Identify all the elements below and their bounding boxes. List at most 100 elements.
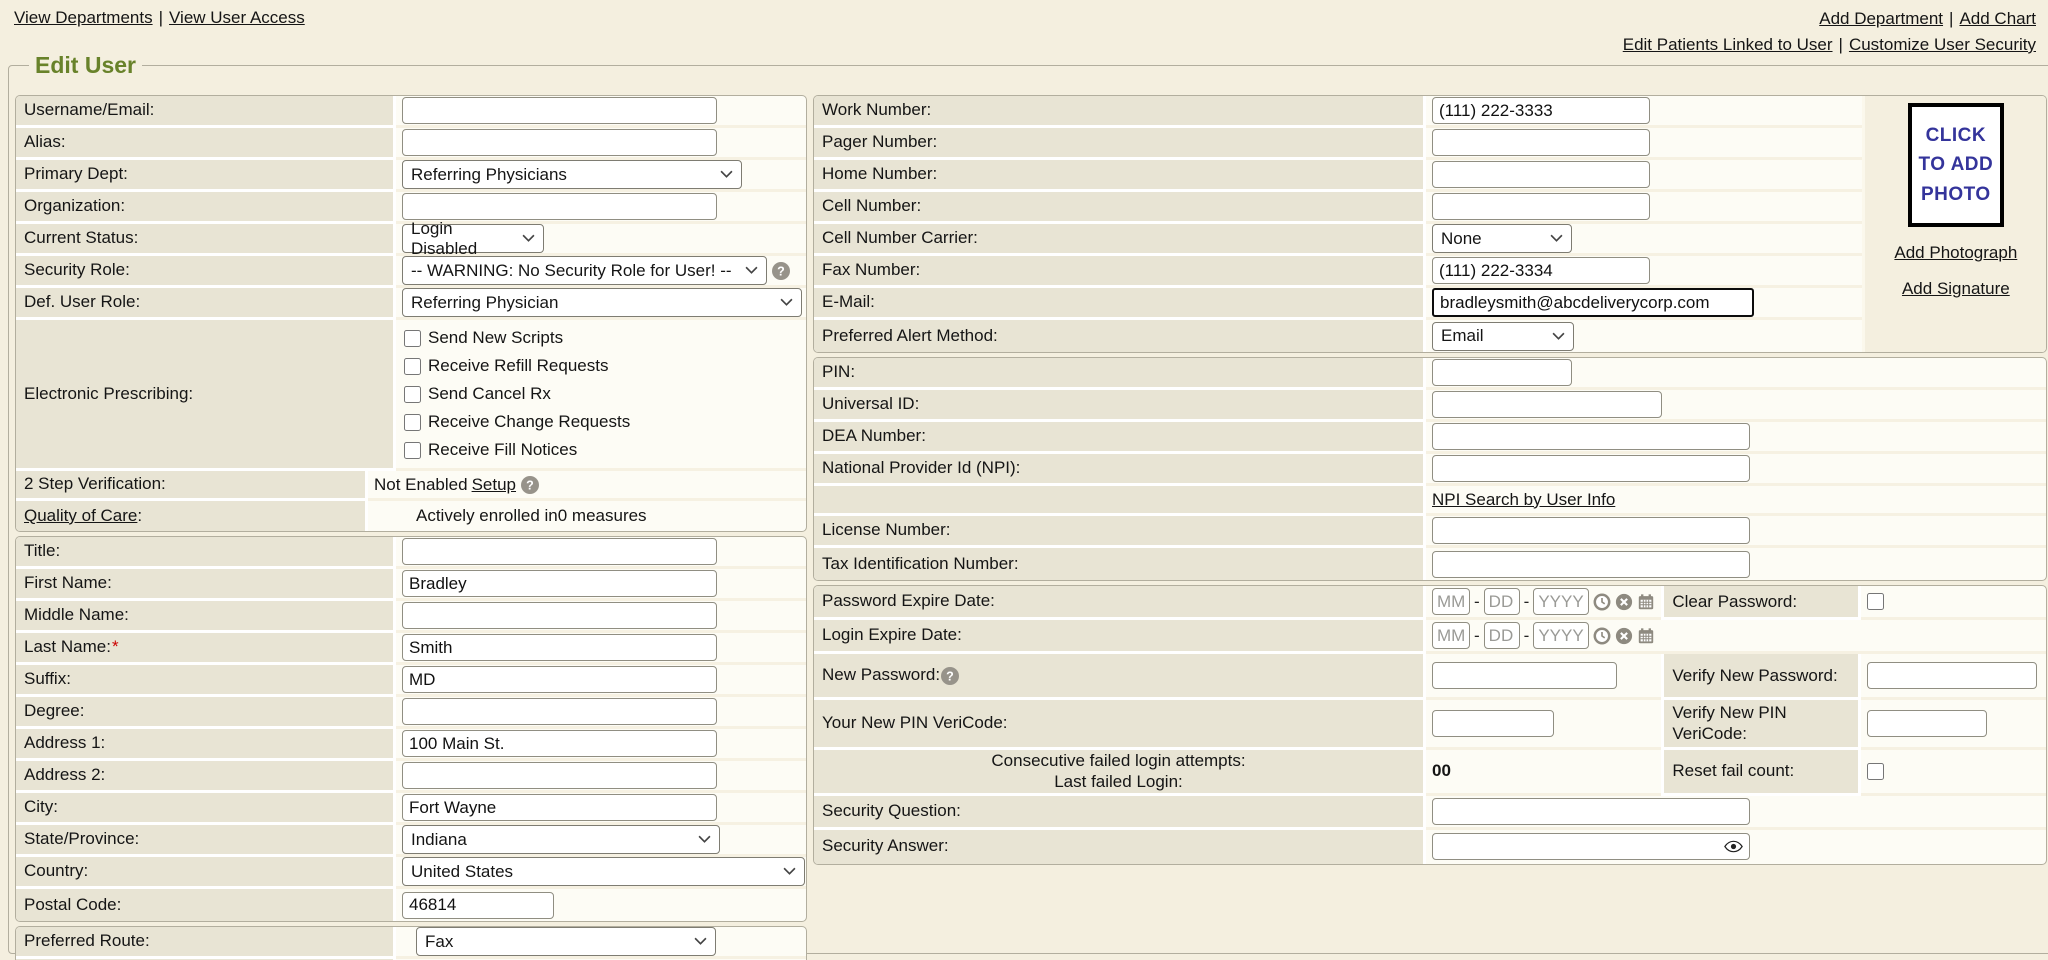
login-expire-yyyy-input[interactable]: [1533, 622, 1589, 649]
chevron-down-icon: [783, 867, 796, 876]
tax-id-input[interactable]: [1432, 551, 1750, 578]
add-photo-button[interactable]: CLICK TO ADD PHOTO: [1908, 103, 2004, 227]
clear-date-icon[interactable]: [1615, 593, 1633, 611]
receive-fill-notices-checkbox[interactable]: [404, 442, 421, 459]
npi-search-row: NPI Search by User Info: [814, 486, 2046, 516]
primary-dept-select[interactable]: Referring Physicians: [402, 160, 742, 189]
login-expire-mm-input[interactable]: [1432, 622, 1470, 649]
login-expire-row: Login Expire Date: - -: [814, 620, 2046, 654]
organization-input[interactable]: [402, 193, 717, 220]
add-department-link[interactable]: Add Department: [1819, 9, 1943, 28]
failed-attempts-row: Consecutive failed login attempts: Last …: [814, 750, 2046, 796]
security-role-selected: -- WARNING: No Security Role for User! -…: [411, 261, 732, 281]
ids-box: PIN: Universal ID: DEA Number: National …: [813, 357, 2047, 581]
page-title: Edit User: [29, 52, 142, 79]
preferred-route-selected: Fax: [425, 932, 453, 952]
work-number-input[interactable]: [1432, 97, 1650, 124]
eprescribe-option: Receive Refill Requests: [404, 354, 608, 378]
receive-refill-requests-checkbox[interactable]: [404, 358, 421, 375]
preferred-route-select[interactable]: Fax: [416, 927, 716, 956]
photo-placeholder-line: TO ADD: [1918, 150, 1993, 179]
home-number-input[interactable]: [1432, 161, 1650, 188]
address2-input[interactable]: [402, 762, 717, 789]
send-cancel-rx-checkbox[interactable]: [404, 386, 421, 403]
add-chart-link[interactable]: Add Chart: [1959, 9, 2036, 28]
degree-label: Degree:: [16, 697, 396, 729]
help-icon[interactable]: ?: [520, 475, 540, 495]
dea-number-label: DEA Number:: [814, 422, 1426, 454]
reset-fail-count-checkbox[interactable]: [1867, 763, 1884, 780]
alert-method-selected: Email: [1441, 326, 1484, 346]
new-password-row: New Password: ? Verify New Password:: [814, 654, 2046, 700]
npi-input[interactable]: [1432, 455, 1750, 482]
alias-input[interactable]: [402, 129, 717, 156]
pin-label: PIN:: [814, 358, 1426, 390]
postal-input[interactable]: [402, 892, 554, 919]
security-question-input[interactable]: [1432, 798, 1750, 825]
pager-number-input[interactable]: [1432, 129, 1650, 156]
add-photograph-link[interactable]: Add Photograph: [1894, 243, 2017, 263]
security-answer-input[interactable]: [1432, 833, 1750, 860]
dea-number-input[interactable]: [1432, 423, 1750, 450]
login-expire-dd-input[interactable]: [1484, 622, 1520, 649]
clear-password-checkbox[interactable]: [1867, 593, 1884, 610]
failed-attempts-label: Consecutive failed login attempts: Last …: [814, 750, 1426, 796]
password-expire-mm-input[interactable]: [1432, 588, 1470, 615]
license-number-label: License Number:: [814, 516, 1426, 548]
clear-date-icon[interactable]: [1615, 627, 1633, 645]
receive-change-requests-checkbox[interactable]: [404, 414, 421, 431]
username-input[interactable]: [402, 97, 717, 124]
suffix-input[interactable]: [402, 666, 717, 693]
view-user-access-link[interactable]: View User Access: [169, 8, 305, 27]
universal-id-input[interactable]: [1432, 391, 1662, 418]
contact-box: Work Number: Pager Number: Home Number: …: [813, 95, 2047, 353]
address1-input[interactable]: [402, 730, 717, 757]
link-separator: |: [159, 8, 163, 27]
def-user-role-select[interactable]: Referring Physician: [402, 288, 802, 317]
verify-new-pin-vericode-input[interactable]: [1867, 710, 1987, 737]
cell-carrier-select[interactable]: None: [1432, 224, 1572, 253]
alert-method-select[interactable]: Email: [1432, 322, 1574, 351]
npi-search-link[interactable]: NPI Search by User Info: [1432, 490, 1615, 510]
npi-row: National Provider Id (NPI):: [814, 454, 2046, 486]
country-select[interactable]: United States: [402, 857, 805, 886]
city-input[interactable]: [402, 794, 717, 821]
new-pin-vericode-input[interactable]: [1432, 710, 1554, 737]
new-password-input[interactable]: [1432, 662, 1617, 689]
top-right-links: Add Department|Add Chart Edit Patients L…: [1623, 6, 2036, 58]
send-new-scripts-label: Send New Scripts: [428, 328, 563, 348]
security-answer-row: Security Answer:: [814, 830, 2046, 864]
middle-name-input[interactable]: [402, 602, 717, 629]
last-name-input[interactable]: [402, 634, 717, 661]
quality-of-care-link[interactable]: Quality of Care: [24, 506, 137, 526]
suffix-row: Suffix:: [16, 665, 806, 697]
verify-new-password-input[interactable]: [1867, 662, 2037, 689]
security-role-select[interactable]: -- WARNING: No Security Role for User! -…: [402, 256, 767, 285]
send-new-scripts-checkbox[interactable]: [404, 330, 421, 347]
degree-input[interactable]: [402, 698, 717, 725]
password-expire-yyyy-input[interactable]: [1533, 588, 1589, 615]
password-expire-dd-input[interactable]: [1484, 588, 1520, 615]
add-signature-link[interactable]: Add Signature: [1902, 279, 2010, 299]
first-name-input[interactable]: [402, 570, 717, 597]
help-icon[interactable]: ?: [940, 666, 960, 686]
time-icon[interactable]: [1593, 593, 1611, 611]
chevron-down-icon: [780, 298, 793, 307]
universal-id-row: Universal ID:: [814, 390, 2046, 422]
help-icon[interactable]: ?: [771, 261, 791, 281]
fax-number-input[interactable]: [1432, 257, 1650, 284]
license-number-input[interactable]: [1432, 517, 1750, 544]
state-select[interactable]: Indiana: [402, 825, 720, 854]
title-input[interactable]: [402, 538, 717, 565]
show-password-icon[interactable]: [1724, 840, 1743, 853]
time-icon[interactable]: [1593, 627, 1611, 645]
pin-input[interactable]: [1432, 359, 1572, 386]
current-status-select[interactable]: Login Disabled: [402, 224, 544, 253]
email-input[interactable]: [1432, 288, 1754, 317]
calendar-icon[interactable]: [1637, 593, 1655, 611]
view-departments-link[interactable]: View Departments: [14, 8, 153, 27]
calendar-icon[interactable]: [1637, 627, 1655, 645]
cell-number-input[interactable]: [1432, 193, 1650, 220]
alert-method-label: Preferred Alert Method:: [814, 320, 1426, 352]
two-step-setup-link[interactable]: Setup: [472, 475, 516, 495]
